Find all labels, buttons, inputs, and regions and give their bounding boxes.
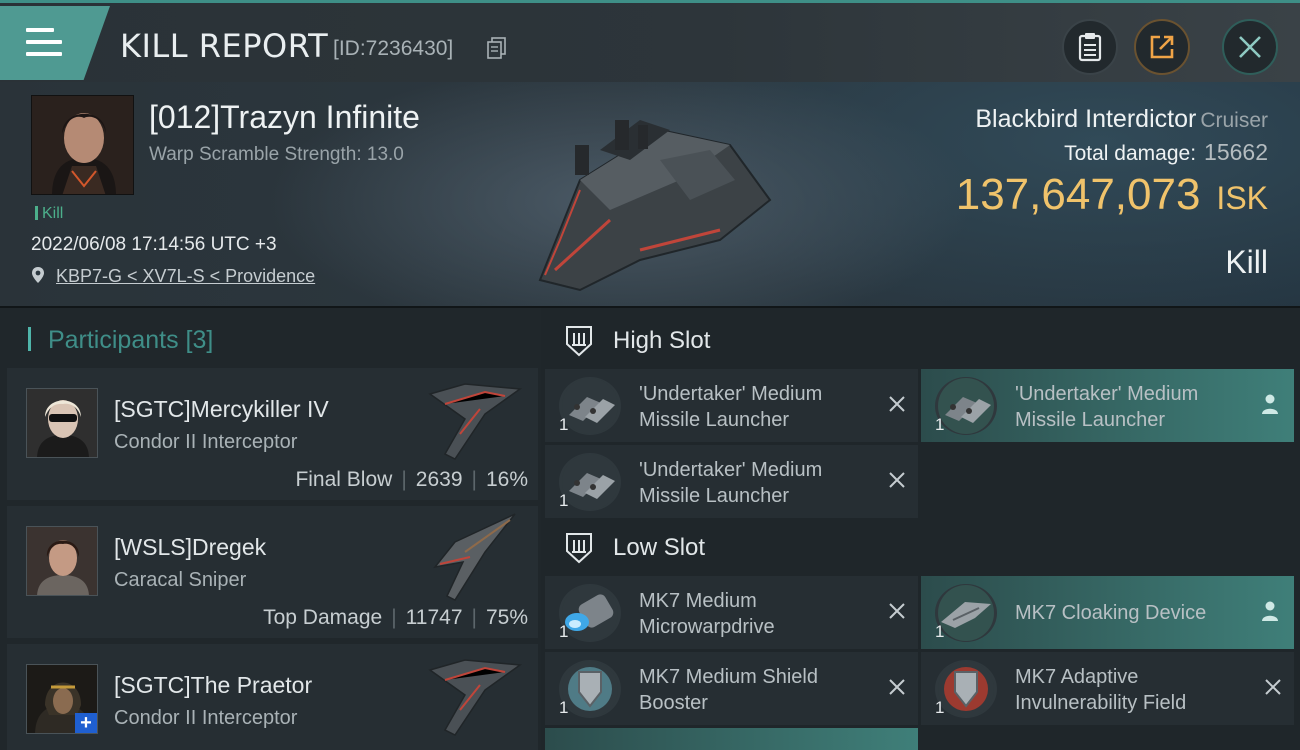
high-slot-label: High Slot — [613, 327, 711, 354]
participant-ship: Condor II Interceptor — [114, 431, 298, 453]
warp-scramble-strength: Warp Scramble Strength: 13.0 — [149, 144, 404, 165]
participant-avatar[interactable]: + — [26, 664, 98, 734]
module-name: MK7 Medium Shield Booster — [639, 666, 818, 714]
share-icon — [1150, 35, 1174, 59]
module-qty: 1 — [935, 622, 945, 641]
participant-damage: 2639 — [415, 468, 463, 491]
isk-unit: ISK — [1216, 180, 1268, 216]
participant-ship-image — [428, 383, 523, 460]
victim-portrait[interactable] — [31, 95, 134, 195]
total-damage: Total damage: 15662 — [1064, 139, 1268, 166]
high-slot-header: High Slot — [545, 313, 1300, 369]
kill-report-header: KILL REPORT [ID:7236430] — [0, 0, 1300, 82]
module-qty: 1 — [935, 415, 945, 434]
participant-role: Top Damage — [263, 606, 383, 629]
fitting-panel: High Slot 1 'Undertaker' Medium Missile … — [541, 308, 1300, 750]
close-icon — [1239, 36, 1261, 58]
report-log-button[interactable] — [1062, 19, 1118, 75]
destroyed-x-icon — [889, 603, 905, 619]
module-name: 'Undertaker' Medium Missile Launcher — [1015, 383, 1199, 431]
participant-card[interactable]: [SGTC]Mercykiller IV Condor II Intercept… — [7, 368, 538, 500]
participant-ship: Caracal Sniper — [114, 569, 247, 591]
kill-id: [ID:7236430] — [333, 37, 454, 60]
person-icon — [1262, 394, 1278, 414]
person-icon — [1262, 601, 1278, 621]
participants-title: Participants [3] — [28, 326, 213, 355]
isk-amount: 137,647,073 — [955, 170, 1201, 219]
module-name: MK7 Adaptive Invulnerability Field — [1015, 666, 1187, 714]
total-damage-label: Total damage: — [1064, 142, 1197, 165]
module-name: MK7 Medium Microwarpdrive — [639, 590, 775, 638]
participants-panel: Participants [3] [SGTC]Mercykiller IV Co… — [0, 308, 541, 750]
module-item[interactable]: 1 'Undertaker' Medium Missile Launcher — [921, 369, 1294, 442]
isk-value: 137,647,073 ISK — [956, 170, 1268, 220]
module-item[interactable]: 1 'Undertaker' Medium Missile Launcher — [545, 445, 918, 518]
close-button[interactable] — [1222, 19, 1278, 75]
module-name: 'Undertaker' Medium Missile Launcher — [639, 459, 823, 507]
plus-badge-icon: + — [75, 713, 97, 733]
participant-name: [SGTC]The Praetor — [114, 672, 313, 698]
low-slot-label: Low Slot — [613, 534, 706, 561]
hamburger-icon — [26, 28, 62, 58]
high-slot-icon — [566, 326, 592, 357]
participant-ship: Condor II Interceptor — [114, 707, 298, 729]
module-item[interactable] — [545, 728, 918, 750]
location-pin-icon — [32, 267, 44, 283]
participant-ship-image — [428, 659, 523, 736]
location-link[interactable]: KBP7-G < XV7L-S < Providence — [56, 266, 315, 286]
participant-stats: Top Damage | 11747 | 75% — [263, 606, 528, 629]
participants-count: [3] — [185, 326, 214, 354]
module-item[interactable]: 1 MK7 Medium Shield Booster — [545, 652, 918, 725]
destroyed-x-icon — [889, 679, 905, 695]
low-slot-header: Low Slot — [545, 520, 1300, 576]
low-slot-icon — [566, 533, 592, 564]
kill-result: Kill — [1225, 244, 1268, 280]
kill-datetime: 2022/06/08 17:14:56 UTC +3 — [31, 234, 277, 255]
kill-tag: Kill — [35, 205, 63, 223]
participant-card[interactable]: + [SGTC]The Praetor Condor II Intercepto… — [7, 644, 538, 750]
participant-avatar[interactable] — [26, 526, 98, 596]
participant-percent: 75% — [485, 606, 528, 629]
participant-damage: 11747 — [405, 606, 463, 629]
participant-name: [SGTC]Mercykiller IV — [114, 396, 329, 422]
module-qty: 1 — [559, 622, 569, 641]
victim-name[interactable]: [012]Trazyn Infinite — [149, 99, 420, 136]
destroyed-x-icon — [889, 396, 905, 412]
victim-ship-image[interactable] — [520, 90, 790, 300]
participant-avatar[interactable] — [26, 388, 98, 458]
page-title: KILL REPORT — [120, 27, 329, 65]
module-item[interactable]: 1 MK7 Adaptive Invulnerability Field — [921, 652, 1294, 725]
participant-card[interactable]: [WSLS]Dregek Caracal Sniper Top Damage | 1… — [7, 506, 538, 638]
ship-class: Cruiser — [1200, 109, 1268, 132]
participant-role: Final Blow — [295, 468, 393, 491]
participant-ship-image — [433, 513, 516, 601]
destroyed-x-icon — [889, 472, 905, 488]
module-item[interactable]: 1 MK7 Medium Microwarpdrive — [545, 576, 918, 649]
victim-banner: [012]Trazyn Infinite Warp Scramble Stren… — [0, 82, 1300, 308]
participant-stats: Final Blow | 2639 | 16% — [295, 468, 528, 491]
participant-name: [WSLS]Dregek — [114, 534, 267, 560]
module-item[interactable]: 1 MK7 Cloaking Device — [921, 576, 1294, 649]
total-damage-value: 15662 — [1204, 139, 1268, 165]
menu-button[interactable] — [0, 6, 110, 80]
share-button[interactable] — [1134, 19, 1190, 75]
victim-ship-name[interactable]: Blackbird Interdictor Cruiser — [975, 105, 1268, 134]
module-qty: 1 — [935, 698, 945, 717]
module-item[interactable]: 1 'Undertaker' Medium Missile Launcher — [545, 369, 918, 442]
module-qty: 1 — [559, 415, 569, 434]
copy-icon[interactable] — [487, 37, 507, 59]
module-name: 'Undertaker' Medium Missile Launcher — [639, 383, 823, 431]
destroyed-x-icon — [1265, 679, 1281, 695]
module-name: MK7 Cloaking Device — [1015, 602, 1207, 624]
module-qty: 1 — [559, 698, 569, 717]
ship-name: Blackbird Interdictor — [975, 105, 1197, 133]
participants-label: Participants — [47, 326, 179, 354]
participant-percent: 16% — [485, 468, 528, 491]
clipboard-icon — [1078, 33, 1102, 62]
kill-location: KBP7-G < XV7L-S < Providence — [31, 266, 315, 287]
module-qty: 1 — [559, 491, 569, 510]
